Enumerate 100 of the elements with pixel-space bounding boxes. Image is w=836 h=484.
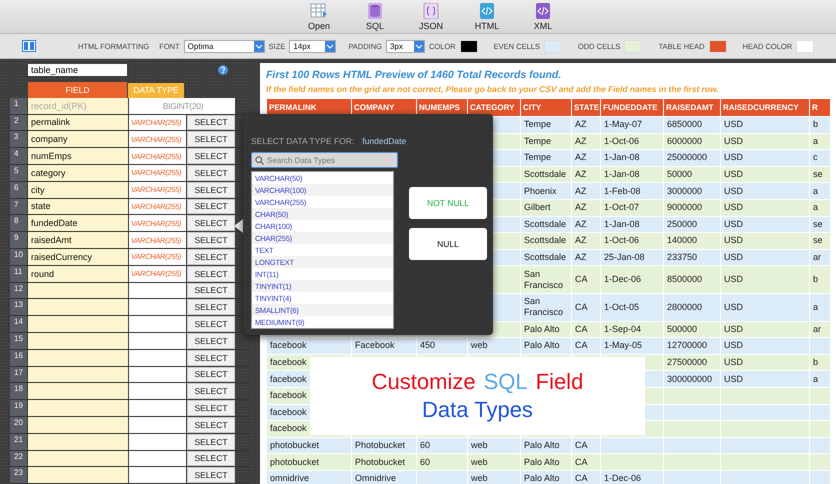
select-button[interactable]: SELECT <box>187 416 235 433</box>
field-name-cell[interactable]: raisedCurrency <box>28 248 128 265</box>
table-cell: USD <box>724 152 744 162</box>
field-name-cell[interactable]: raisedAmt <box>28 232 128 248</box>
select-button[interactable]: SELECT <box>187 215 235 232</box>
data-type-cell <box>129 416 186 433</box>
field-name-cell[interactable] <box>28 332 128 349</box>
toolbar-button[interactable]: SQL <box>356 0 394 33</box>
select-button[interactable]: SELECT <box>187 434 235 450</box>
table-cell: USD <box>724 374 744 384</box>
table-name-field[interactable]: table_name <box>28 64 127 76</box>
field-name-cell[interactable] <box>28 366 128 382</box>
help-icon[interactable] <box>218 64 228 74</box>
table-cell: 25-Jan-08 <box>604 252 645 262</box>
field-name-cell[interactable] <box>28 450 128 466</box>
code-icon <box>479 3 495 19</box>
search-field[interactable]: Search Data Types <box>251 152 398 168</box>
field-name-cell[interactable] <box>28 383 128 400</box>
column-header: CATEGORY <box>468 99 520 116</box>
row-number: 18 <box>10 383 27 400</box>
select-button[interactable]: SELECT <box>187 467 235 484</box>
color-swatch[interactable] <box>544 40 562 52</box>
select-button[interactable]: SELECT <box>187 282 235 298</box>
search-input[interactable]: Search Data Types <box>267 156 387 164</box>
toolbar-button[interactable]: Open <box>300 0 338 33</box>
select-button[interactable]: SELECT <box>187 248 235 265</box>
field-name-cell[interactable] <box>28 316 128 332</box>
select-button[interactable]: SELECT <box>187 266 235 282</box>
field-name-cell[interactable]: state <box>28 198 128 214</box>
toolbar-button[interactable]: XML <box>524 0 562 33</box>
select-button[interactable]: SELECT <box>187 316 235 332</box>
color-swatch[interactable] <box>708 40 727 52</box>
table-cell: Photobucket <box>355 456 406 467</box>
table-cell: web <box>471 340 488 350</box>
panel-icon[interactable] <box>22 40 36 52</box>
field-name-cell[interactable]: category <box>28 164 128 181</box>
braces-icon <box>423 3 439 19</box>
select-button[interactable]: SELECT <box>187 198 235 214</box>
select-button[interactable]: SELECT <box>187 164 235 181</box>
field-name-cell[interactable]: permalink <box>28 114 128 130</box>
data-type-cell <box>129 400 186 416</box>
select-button[interactable]: SELECT <box>187 383 235 400</box>
field-name-cell[interactable]: numEmps <box>28 148 128 164</box>
table-cell: se <box>813 169 823 180</box>
field-name-cell[interactable] <box>28 467 128 484</box>
caption-text: Data Types <box>422 396 533 424</box>
row-number: 7 <box>10 198 27 214</box>
field-name-cell[interactable] <box>28 400 128 416</box>
table-cell: 6850000 <box>667 119 702 130</box>
row-number: 9 <box>10 232 27 248</box>
table-icon <box>310 3 328 19</box>
table-cell: Phoenix <box>524 186 557 196</box>
field-name-cell[interactable] <box>28 434 128 450</box>
data-type-cell <box>129 282 186 298</box>
table-cell: 25000000 <box>667 152 708 162</box>
toolbar-button[interactable]: HTML <box>468 0 506 33</box>
select-button[interactable]: SELECT <box>187 350 235 366</box>
size-select[interactable]: 14px <box>289 40 336 52</box>
column-header: FUNDEDDATE <box>601 99 663 116</box>
database-icon <box>367 3 383 19</box>
row-number: 6 <box>10 182 27 198</box>
column-header: R <box>810 99 830 116</box>
table-cell: AZ <box>575 169 587 180</box>
field-name-cell[interactable]: city <box>28 182 128 198</box>
select-button[interactable]: SELECT <box>187 332 235 349</box>
field-name-cell[interactable]: fundedDate <box>28 215 128 232</box>
field-name-cell[interactable] <box>28 299 128 316</box>
table-cell: web <box>471 456 488 467</box>
table-cell: 6000000 <box>667 136 702 146</box>
row-number: 19 <box>10 400 27 416</box>
row-number: 10 <box>10 248 27 265</box>
table-cell: facebook <box>270 390 307 400</box>
field-name-cell[interactable]: round <box>28 266 128 282</box>
select-button[interactable]: SELECT <box>187 299 235 316</box>
select-button[interactable]: SELECT <box>187 131 235 148</box>
table-cell: USD <box>724 357 744 368</box>
null-button[interactable]: NULL <box>409 228 487 260</box>
field-name-cell[interactable] <box>28 416 128 433</box>
select-button[interactable]: SELECT <box>187 114 235 130</box>
select-button[interactable]: SELECT <box>187 366 235 382</box>
table-cell: 60 <box>420 456 430 467</box>
table-cell: Tempe <box>524 152 552 162</box>
table-cell: a <box>813 186 818 196</box>
select-button[interactable]: SELECT <box>187 450 235 466</box>
select-button[interactable]: SELECT <box>187 182 235 198</box>
field-name-cell[interactable] <box>28 350 128 366</box>
toolbar-button[interactable]: JSON <box>412 0 450 33</box>
color-swatch[interactable] <box>796 40 814 52</box>
select-button[interactable]: SELECT <box>187 148 235 164</box>
table-cell: AZ <box>575 202 587 212</box>
select-button[interactable]: SELECT <box>187 400 235 416</box>
table-cell: San Francisco <box>524 268 564 290</box>
field-name-cell[interactable]: company <box>28 131 128 148</box>
row-number: 15 <box>10 332 27 349</box>
field-name-cell[interactable] <box>28 282 128 298</box>
padding-select[interactable]: 3px <box>386 40 425 52</box>
color-swatch[interactable] <box>460 40 478 52</box>
table-cell: Palo Alto <box>524 324 560 334</box>
font-select[interactable]: Optima <box>184 40 265 52</box>
select-button[interactable]: SELECT <box>187 232 235 248</box>
